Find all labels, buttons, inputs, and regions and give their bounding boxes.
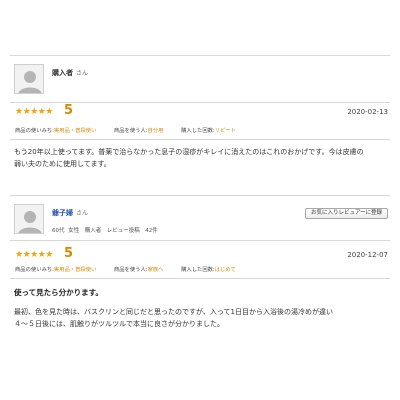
purchase-count-tag: 購入した回数:リピート xyxy=(181,128,236,134)
reviewer-meta: 60代 女性 購入者 レビュー投稿 42件 xyxy=(52,228,158,234)
review-tags: 商品の使いみち:実用品・普段使い 商品を使う人:家族へ 購入した回数:はじめて xyxy=(15,265,252,273)
usage-tag: 商品の使いみち:実用品・普段使い xyxy=(15,128,97,134)
reviewer-honorific: さん xyxy=(76,70,89,77)
review-body-line: ４～５日後には、肌触りがツルツルで本当に良さが分かりました。 xyxy=(14,320,224,328)
review-body-line: もう20年以上使ってます。普薬で治らなかった息子の湿疹がキレイに消えたのはこれの… xyxy=(14,148,364,156)
review-separator xyxy=(10,195,390,196)
star-rating: ★★★★★ xyxy=(15,250,53,260)
reviewer-honorific: さん xyxy=(76,210,89,217)
user-tag-value[interactable]: 家族へ xyxy=(148,267,164,273)
reviewer-name: 購入者 さん xyxy=(52,69,89,77)
review-divider xyxy=(10,240,390,241)
review-tags: 商品の使いみち:実用品・普段使い 商品を使う人:自分用 購入した回数:リピート xyxy=(15,126,252,134)
purchase-count-tag: 購入した回数:はじめて xyxy=(181,267,236,273)
review-divider xyxy=(10,139,390,140)
purchase-count-value[interactable]: はじめて xyxy=(215,267,236,273)
review-title: 使って見たら分かります。 xyxy=(14,288,103,297)
review-body-line: 最初、色を見た時は、バスクリンと同じだと思ったのですが、入って1日目から入浴後の… xyxy=(14,308,333,316)
favorite-reviewer-button[interactable]: お気に入りレビュアーに登録 xyxy=(304,208,388,219)
review-body: もう20年以上使ってます。普薬で治らなかった息子の湿疹がキレイに消えたのはこれの… xyxy=(14,146,388,170)
review-date: 2020-12-07 xyxy=(347,251,388,259)
review-body: 最初、色を見た時は、バスクリンと同じだと思ったのですが、入って1日目から入浴後の… xyxy=(14,306,388,330)
review-body-line: 弱い夫のために使用してます。 xyxy=(14,160,111,168)
user-tag-value[interactable]: 自分用 xyxy=(148,128,164,134)
usage-tag-value[interactable]: 実用品・普段使い xyxy=(54,128,96,134)
review-date: 2020-02-13 xyxy=(347,108,388,116)
user-avatar-icon xyxy=(14,204,44,234)
top-divider xyxy=(10,55,390,56)
user-tag: 商品を使う人:自分用 xyxy=(113,128,164,134)
usage-tag: 商品の使いみち:実用品・普段使い xyxy=(15,267,97,273)
rating-score: 5 xyxy=(64,103,74,118)
user-tag: 商品を使う人:家族へ xyxy=(113,267,164,273)
purchase-count-value[interactable]: リピート xyxy=(215,128,236,134)
reviewer-name-link[interactable]: 爺子婦 さん xyxy=(52,208,88,218)
user-avatar-icon xyxy=(14,64,44,94)
star-rating: ★★★★★ xyxy=(15,107,53,117)
review-divider xyxy=(10,278,390,279)
rating-score: 5 xyxy=(64,246,74,261)
usage-tag-value[interactable]: 実用品・普段使い xyxy=(54,267,96,273)
